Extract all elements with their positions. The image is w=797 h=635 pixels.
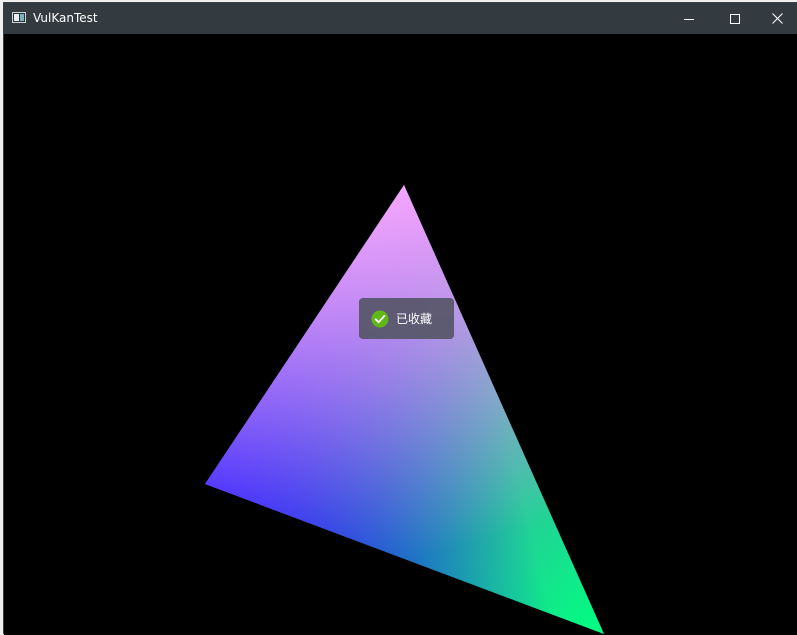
check-circle-icon [371, 310, 389, 327]
app-icon-pane-right [20, 14, 24, 21]
close-button[interactable] [758, 3, 797, 34]
app-window: VulKanTest 已收藏 [3, 2, 797, 635]
triangle-blend-top [205, 185, 604, 634]
window-title: VulKanTest [33, 11, 98, 25]
minimize-icon [684, 18, 694, 20]
minimize-button[interactable] [666, 3, 712, 34]
app-window-icon [12, 12, 26, 23]
vulkan-render-surface[interactable]: 已收藏 [4, 34, 797, 635]
toast-notification: 已收藏 [359, 298, 454, 339]
close-icon [772, 13, 783, 24]
toast-message: 已收藏 [396, 311, 433, 326]
maximize-button[interactable] [712, 3, 758, 34]
maximize-icon [730, 13, 740, 24]
app-icon-pane-left [14, 14, 19, 21]
title-bar[interactable]: VulKanTest [4, 3, 797, 34]
